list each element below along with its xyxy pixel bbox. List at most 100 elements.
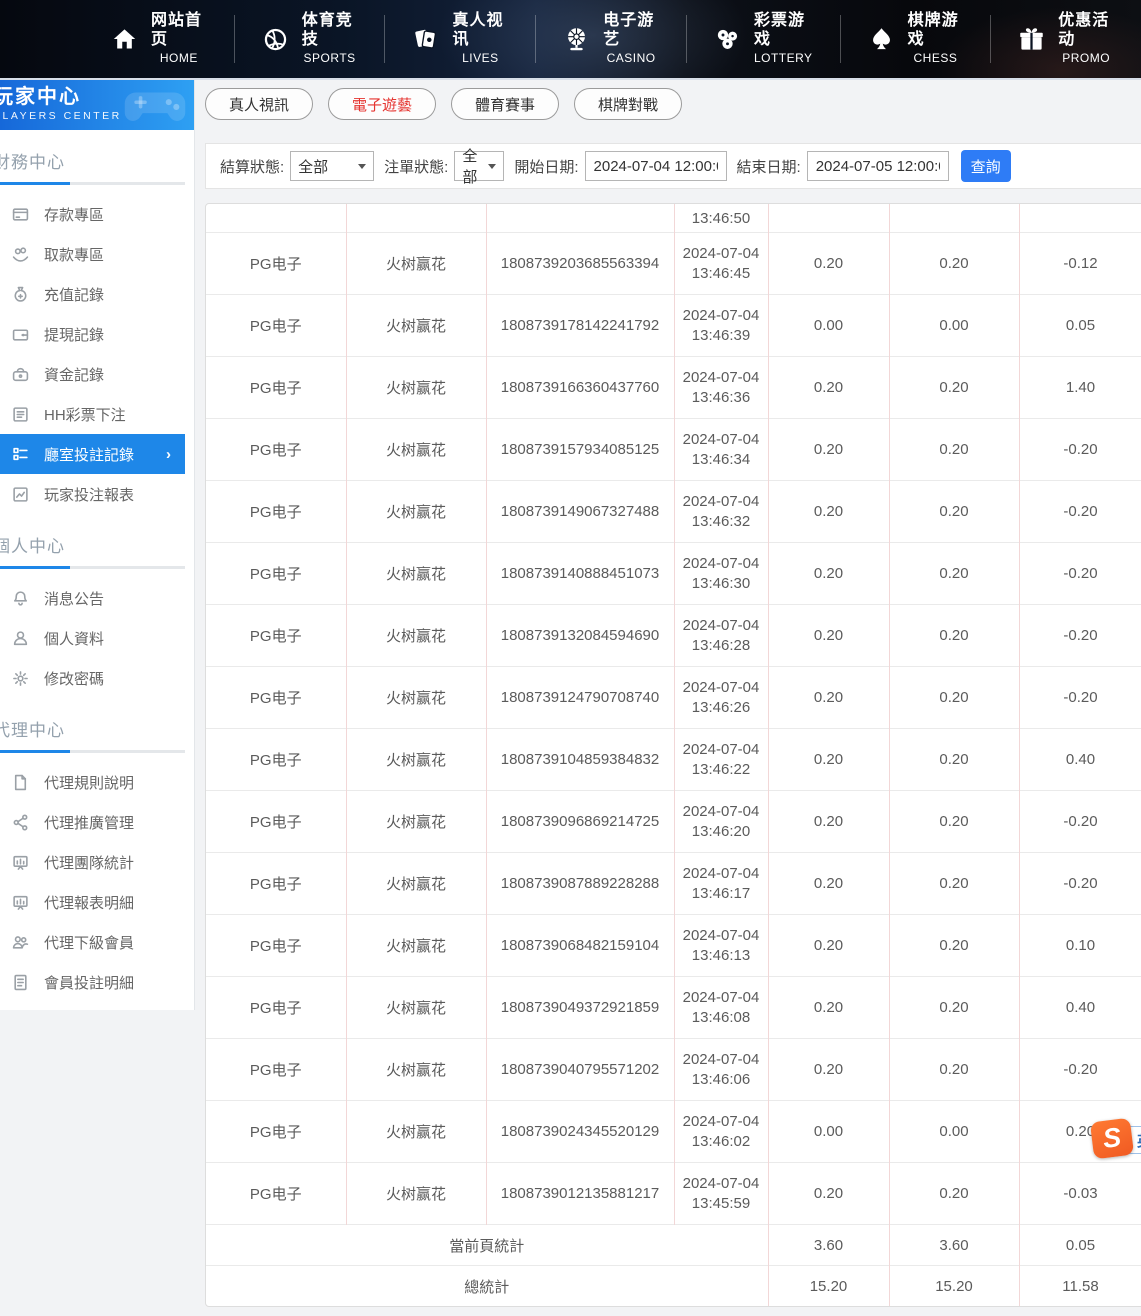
start-date-input[interactable] [585,151,727,181]
sidebar-item-label: 個人資料 [44,628,104,649]
bet-id-cell: 1808739203685563394 [486,233,674,295]
valid-amount-cell: 0.20 [889,853,1019,915]
sidebar-item-消息公告[interactable]: 消息公告 [0,578,185,618]
sidebar-item-玩家投注報表[interactable]: 玩家投注報表 [0,474,185,514]
valid-amount-cell: 0.20 [889,667,1019,729]
settle-status-select[interactable]: 全部 [290,151,374,181]
nav-item-lottery[interactable]: 彩票游戏LOTTERY [686,15,840,63]
summary-profit-cell: 0.05 [1019,1225,1141,1266]
sidebar-item-存款專區[interactable]: 存款專區 [0,194,185,234]
sidebar-item-提現記錄[interactable]: 提現記錄 [0,314,185,354]
profit-cell: -0.12 [1019,233,1141,295]
people-icon [12,934,29,951]
summary-label-cell: 總統計 [206,1266,768,1307]
summary-label-cell: 當前頁統計 [206,1225,768,1266]
nav-items: 网站首页HOME 体育竞技SPORTS真人视讯LIVES电子游艺CASINO 彩票游… [84,15,1141,63]
bet-id-cell: 1808739024345520129 [486,1101,674,1163]
bet-amount-cell: 0.20 [768,667,889,729]
provider-cell: PG电子 [206,481,346,543]
search-button[interactable]: 查詢 [961,150,1011,182]
nav-item-lives[interactable]: 真人视讯LIVES [384,15,535,63]
nav-item-chess[interactable]: 棋牌游戏CHESS [840,15,991,63]
sidebar-item-資金記錄[interactable]: 資金記錄 [0,354,185,394]
bet-id-cell: 1808739087889228288 [486,853,674,915]
sidebar-item-label: 代理報表明細 [44,892,134,913]
sogou-ime-icon[interactable]: S [1090,1118,1134,1160]
sidebar-item-代理推廣管理[interactable]: 代理推廣管理 [0,802,185,842]
bet-id-cell [486,204,674,233]
game-cell: 火树赢花 [346,667,486,729]
provider-cell: PG电子 [206,1163,346,1225]
valid-amount-cell: 0.20 [889,605,1019,667]
game-cell: 火树赢花 [346,419,486,481]
valid-amount-cell: 0.20 [889,543,1019,605]
roulette-icon [563,26,590,53]
end-date-input[interactable] [807,151,949,181]
nav-item-promo[interactable]: 优惠活动PROMO [990,15,1141,63]
lottery-bet-list-icon [12,406,29,423]
datetime-cell: 2024-07-0413:46:28 [674,605,768,667]
sidebar-item-HH彩票下注[interactable]: HH彩票下注 [0,394,185,434]
settle-status-value: 全部 [298,156,328,177]
profit-cell: 0.05 [1019,295,1141,357]
bet-amount-cell: 0.20 [768,481,889,543]
sidebar-item-個人資料[interactable]: 個人資料 [0,618,185,658]
nav-item-sports[interactable]: 体育竞技SPORTS [234,15,385,63]
tab-體育賽事[interactable]: 體育賽事 [451,88,559,120]
nav-item-label: 棋牌游戏CHESS [908,12,964,66]
summary-valid-amount-cell: 15.20 [889,1266,1019,1307]
nav-item-label: 网站首页HOME [151,12,207,66]
table-row: PG电子火树赢花18087390407955712022024-07-0413:… [206,1039,1141,1101]
valid-amount-cell: 0.20 [889,1039,1019,1101]
profit-cell: 0.10 [1019,915,1141,977]
bet-id-cell: 1808739012135881217 [486,1163,674,1225]
datetime-cell: 2024-07-0413:46:32 [674,481,768,543]
sidebar-item-代理規則說明[interactable]: 代理規則說明 [0,762,185,802]
provider-cell: PG电子 [206,915,346,977]
profit-cell: 1.40 [1019,357,1141,419]
bet-amount-cell: 0.00 [768,295,889,357]
sidebar-item-label: 資金記錄 [44,364,104,385]
sidebar-item-修改密碼[interactable]: 修改密碼 [0,658,185,698]
provider-cell [206,204,346,233]
sidebar-item-代理報表明細[interactable]: 代理報表明細 [0,882,185,922]
sidebar-menu-list: 代理規則說明代理推廣管理代理團隊統計代理報表明細代理下級會員會員投註明細會員交易… [0,762,194,1010]
game-cell: 火树赢花 [346,543,486,605]
sidebar-item-代理下級會員[interactable]: 代理下級會員 [0,922,185,962]
gamepad-icon [122,87,188,125]
ime-badge[interactable]: S 英 [1092,1120,1141,1157]
section-underline [0,750,185,753]
gear-icon [12,670,29,687]
tab-真人視訊[interactable]: 真人視訊 [205,88,313,120]
sidebar-item-label: 代理規則說明 [44,772,134,793]
table-row: PG电子火树赢花18087391320845946902024-07-0413:… [206,605,1141,667]
sidebar-item-代理團隊統計[interactable]: 代理團隊統計 [0,842,185,882]
valid-amount-cell: 0.20 [889,233,1019,295]
team-stats-board-icon [12,854,29,871]
sports-ball-icon [262,26,289,53]
nav-item-label: 彩票游戏LOTTERY [754,12,813,66]
provider-cell: PG电子 [206,233,346,295]
sidebar-item-廳室投註記錄[interactable]: 廳室投註記錄 › [0,434,185,474]
bet-id-cell: 1808739104859384832 [486,729,674,791]
cards-icon [412,26,439,53]
sidebar-item-取款專區[interactable]: 取款專區 [0,234,185,274]
profit-cell: -0.20 [1019,419,1141,481]
nav-item-home[interactable]: 网站首页HOME [84,15,234,63]
sidebar-item-會員交易明細[interactable]: 會員交易明細 [0,1002,185,1010]
sidebar-item-充值記錄[interactable]: 充值記錄 [0,274,185,314]
sidebar-item-會員投註明細[interactable]: 會員投註明細 [0,962,185,1002]
sidebar-item-label: 廳室投註記錄 [44,444,134,465]
nav-item-casino[interactable]: 电子游艺CASINO [535,15,686,63]
game-cell: 火树赢花 [346,295,486,357]
doc-icon [12,774,29,791]
game-cell: 火树赢花 [346,1039,486,1101]
bet-amount-cell: 0.20 [768,729,889,791]
tab-棋牌對戰[interactable]: 棋牌對戰 [574,88,682,120]
cashout-wallet-icon [12,326,29,343]
profit-cell: -0.20 [1019,853,1141,915]
tab-電子遊藝[interactable]: 電子遊藝 [328,88,436,120]
sidebar-menu-list: 存款專區取款專區充值記錄提現記錄資金記錄 HH彩票下注廳室投註記錄 › 玩家投注報表 [0,194,194,514]
order-status-select[interactable]: 全部 [454,151,504,181]
chevron-right-icon: › [166,446,171,463]
